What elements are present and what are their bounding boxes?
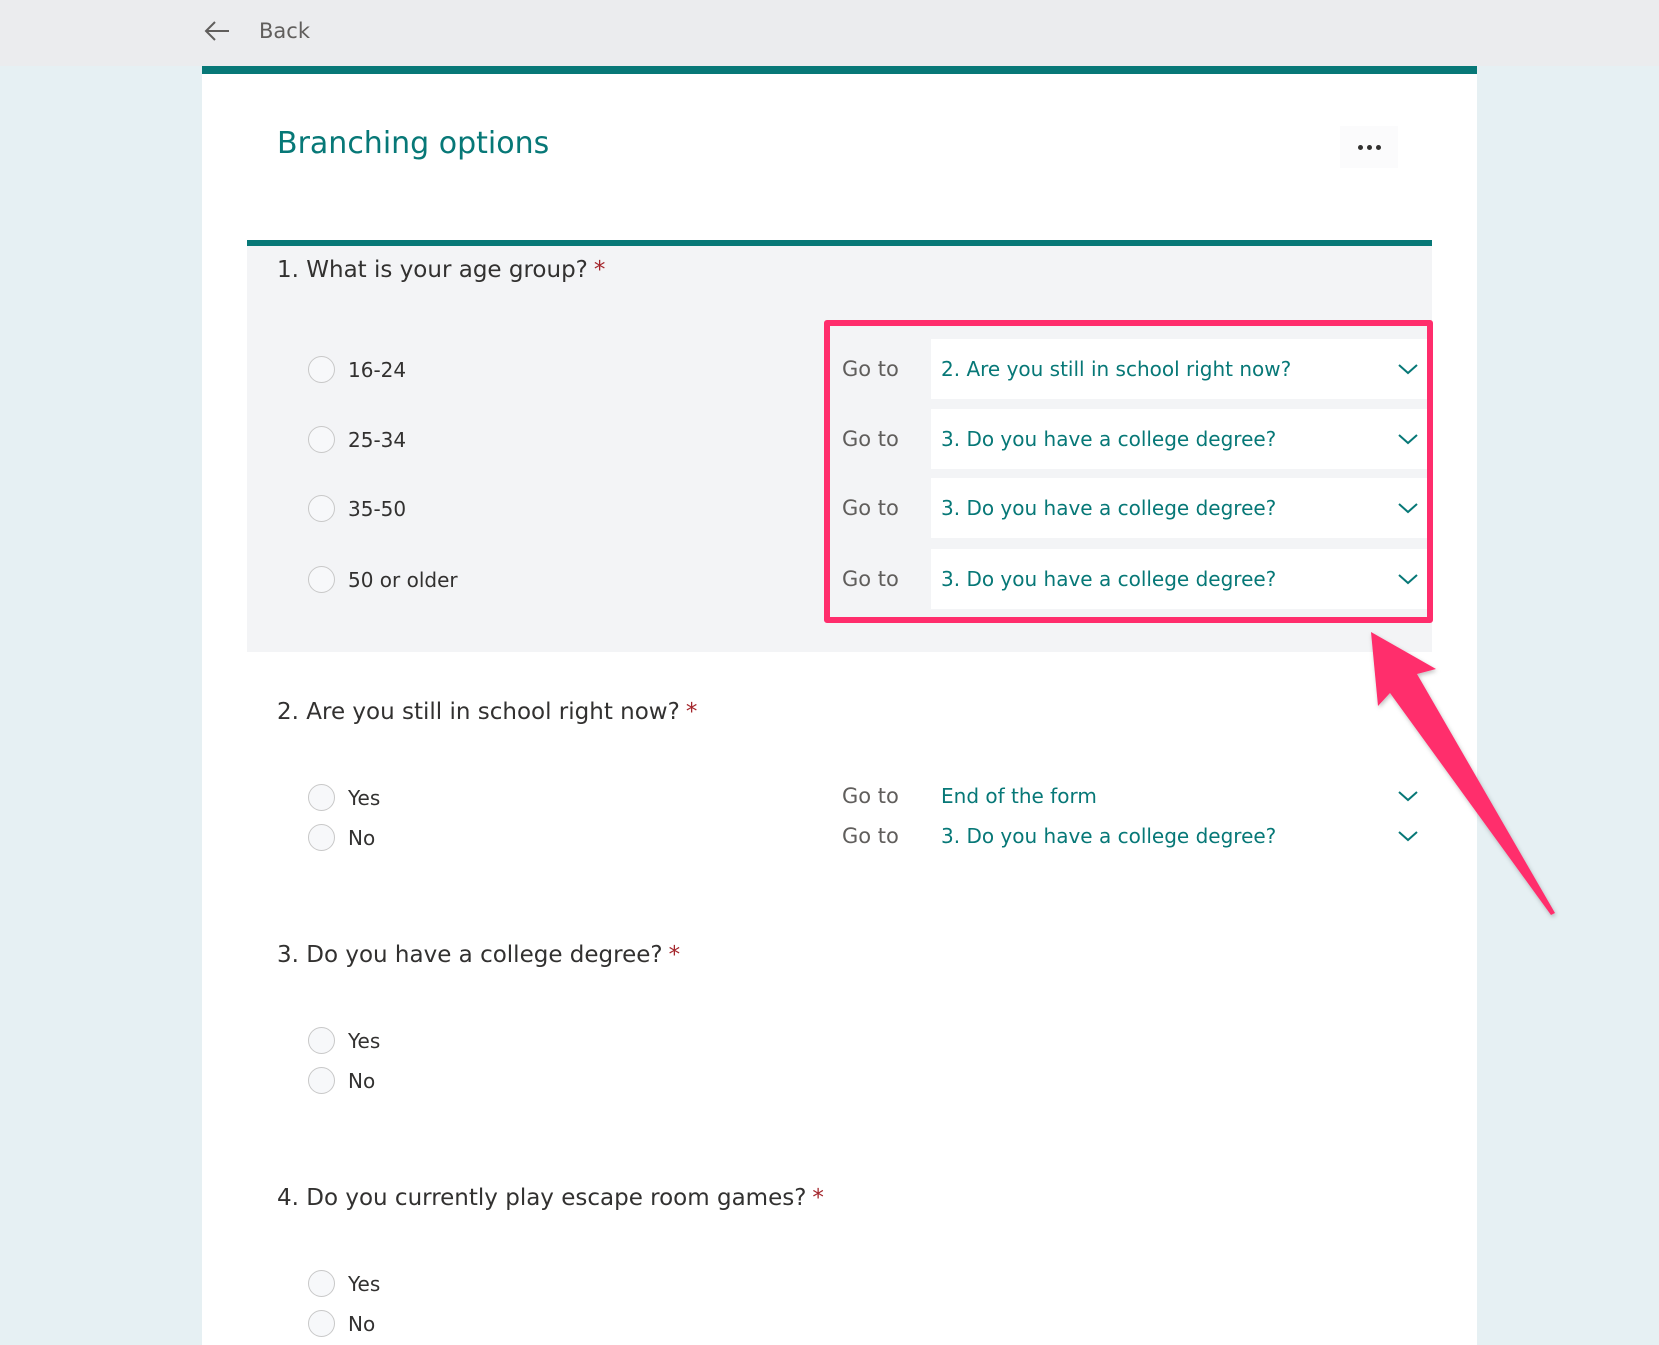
option-yes[interactable]: Yes [308, 1027, 380, 1054]
option-label: 16-24 [348, 357, 407, 382]
chevron-down-icon [1398, 434, 1418, 445]
radio-button[interactable] [308, 495, 335, 522]
branch-dropdown[interactable]: 3. Do you have a college degree? [931, 549, 1435, 609]
radio-button[interactable] [308, 824, 335, 851]
question-number: 4. [277, 1185, 299, 1211]
dropdown-value: 3. Do you have a college degree? [941, 427, 1277, 451]
branch-row: Go to 3. Do you have a college degree? [842, 409, 1435, 469]
question-text: What is your age group? [306, 257, 588, 283]
dropdown-value: 3. Do you have a college degree? [941, 824, 1277, 848]
option-label: 50 or older [348, 567, 458, 592]
radio-button[interactable] [308, 566, 335, 593]
branch-row: Go to 3. Do you have a college degree? [842, 478, 1435, 538]
option-label: No [348, 825, 376, 850]
radio-button[interactable] [308, 426, 335, 453]
question-1-title: 1. What is your age group? * [277, 257, 605, 283]
chevron-down-icon [1398, 831, 1418, 842]
dropdown-value: 3. Do you have a college degree? [941, 496, 1277, 520]
radio-button[interactable] [308, 1027, 335, 1054]
goto-label: Go to [842, 567, 899, 591]
dropdown-value: End of the form [941, 784, 1097, 808]
goto-label: Go to [842, 824, 899, 848]
arrow-left-icon [204, 21, 229, 41]
goto-label: Go to [842, 427, 899, 451]
branch-dropdown[interactable]: 3. Do you have a college degree? [931, 821, 1435, 851]
option-label: 35-50 [348, 496, 407, 521]
option-label: No [348, 1068, 376, 1093]
branch-row: Go to End of the form [842, 781, 1435, 811]
back-label: Back [259, 19, 310, 43]
question-number: 3. [277, 942, 299, 968]
form-title: Branching options [277, 126, 550, 161]
option-16-24[interactable]: 16-24 [308, 356, 406, 383]
question-number: 2. [277, 699, 299, 725]
chevron-down-icon [1398, 791, 1418, 802]
chevron-down-icon [1398, 364, 1418, 375]
option-50-or-older[interactable]: 50 or older [308, 566, 458, 593]
radio-button[interactable] [308, 1310, 335, 1337]
goto-label: Go to [842, 496, 899, 520]
option-yes[interactable]: Yes [308, 1270, 380, 1297]
question-number: 1. [277, 257, 299, 283]
option-label: No [348, 1311, 376, 1336]
required-marker: * [685, 699, 698, 725]
branch-dropdown[interactable]: 3. Do you have a college degree? [931, 478, 1435, 538]
option-25-34[interactable]: 25-34 [308, 426, 406, 453]
option-label: Yes [348, 785, 381, 810]
branch-row: Go to 2. Are you still in school right n… [842, 339, 1435, 399]
more-horizontal-icon [1357, 144, 1363, 150]
more-options-button[interactable] [1340, 126, 1398, 168]
radio-button[interactable] [308, 784, 335, 811]
radio-button[interactable] [308, 356, 335, 383]
radio-button[interactable] [308, 1270, 335, 1297]
back-button[interactable]: Back [202, 14, 310, 48]
goto-label: Go to [842, 357, 899, 381]
question-text: Are you still in school right now? [306, 699, 680, 725]
goto-label: Go to [842, 784, 899, 808]
top-bar: Back [0, 0, 1659, 66]
option-label: Yes [348, 1271, 381, 1296]
chevron-down-icon [1398, 503, 1418, 514]
question-2-title: 2. Are you still in school right now? * [277, 699, 697, 725]
option-no[interactable]: No [308, 1310, 375, 1337]
dropdown-value: 2. Are you still in school right now? [941, 357, 1292, 381]
option-yes[interactable]: Yes [308, 784, 380, 811]
radio-button[interactable] [308, 1067, 335, 1094]
option-label: 25-34 [348, 427, 407, 452]
branch-dropdown[interactable]: 3. Do you have a college degree? [931, 409, 1435, 469]
question-3-title: 3. Do you have a college degree? * [277, 942, 680, 968]
option-label: Yes [348, 1028, 381, 1053]
option-no[interactable]: No [308, 1067, 375, 1094]
branch-row: Go to 3. Do you have a college degree? [842, 821, 1435, 851]
required-marker: * [668, 942, 681, 968]
branch-dropdown[interactable]: End of the form [931, 781, 1435, 811]
dropdown-value: 3. Do you have a college degree? [941, 567, 1277, 591]
branch-row: Go to 3. Do you have a college degree? [842, 549, 1435, 609]
branch-dropdown[interactable]: 2. Are you still in school right now? [931, 339, 1435, 399]
question-4-title: 4. Do you currently play escape room gam… [277, 1185, 824, 1211]
option-no[interactable]: No [308, 824, 375, 851]
chevron-down-icon [1398, 574, 1418, 585]
required-marker: * [593, 257, 606, 283]
question-text: Do you currently play escape room games? [306, 1185, 807, 1211]
required-marker: * [812, 1185, 824, 1211]
question-text: Do you have a college degree? [306, 942, 663, 968]
option-35-50[interactable]: 35-50 [308, 495, 406, 522]
